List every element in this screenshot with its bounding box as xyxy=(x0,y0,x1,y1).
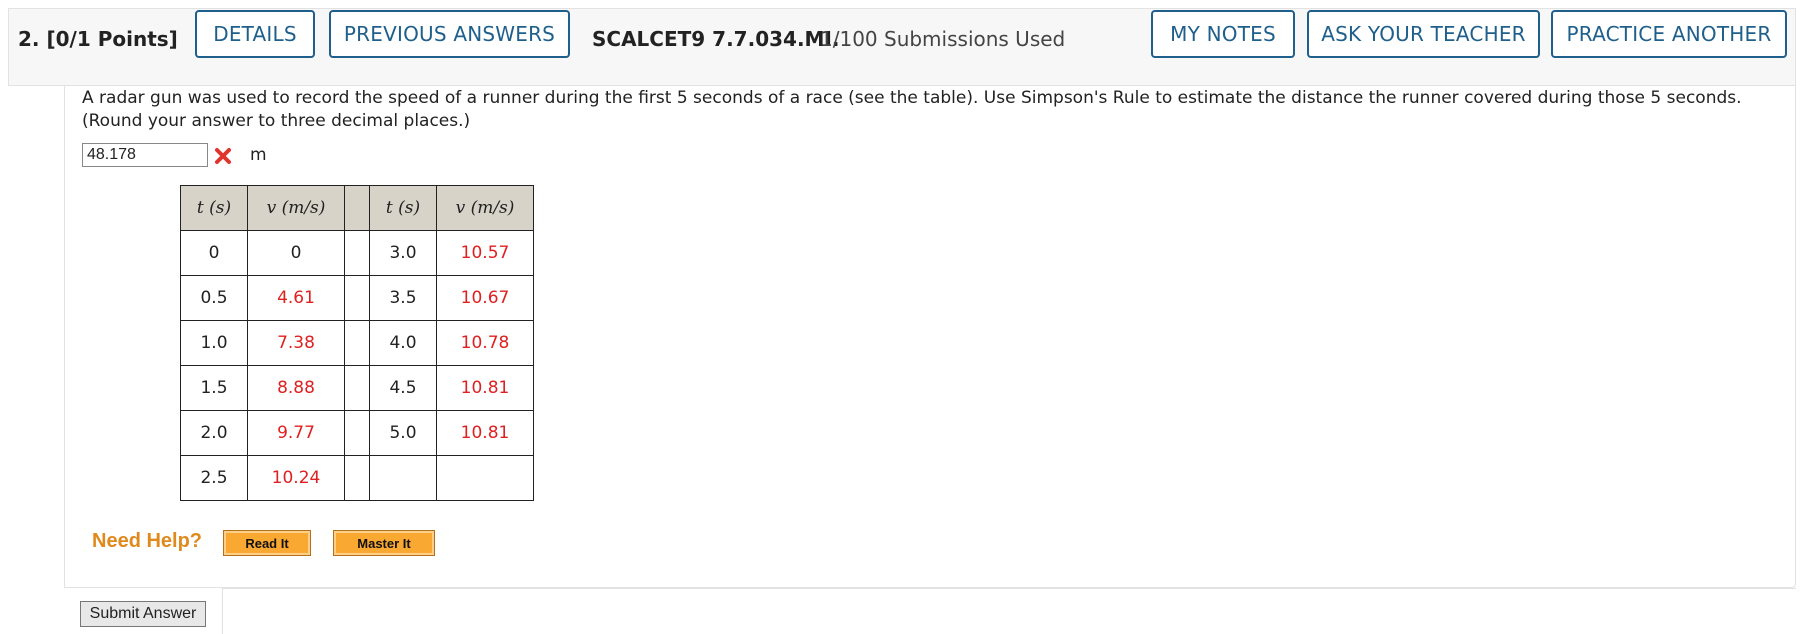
submissions-used: 1/100 Submissions Used xyxy=(820,27,1066,51)
table-row: 1.5 8.88 4.5 10.81 xyxy=(180,365,534,411)
t-right-cell xyxy=(369,455,437,501)
t-left-cell: 2.0 xyxy=(180,410,248,456)
t-left-cell: 1.0 xyxy=(180,320,248,366)
question-points: 2. [0/1 Points] xyxy=(18,27,178,51)
v-left-cell: 10.24 xyxy=(247,455,345,501)
t-right-cell: 4.5 xyxy=(369,365,437,411)
v-left-cell: 7.38 xyxy=(247,320,345,366)
answer-unit: m xyxy=(250,145,267,165)
submit-area xyxy=(222,588,1796,634)
t-right-cell: 4.0 xyxy=(369,320,437,366)
read-it-button[interactable]: Read It xyxy=(223,530,311,556)
v-right-cell: 10.81 xyxy=(436,365,534,411)
t-left-cell: 0 xyxy=(180,230,248,276)
gap-cell xyxy=(344,455,370,501)
v-right-cell xyxy=(436,455,534,501)
header-gap xyxy=(344,185,370,231)
gap-cell xyxy=(344,320,370,366)
t-right-cell: 5.0 xyxy=(369,410,437,456)
header-t-left: t (s) xyxy=(180,185,248,231)
gap-cell xyxy=(344,410,370,456)
ask-your-teacher-button[interactable]: ASK YOUR TEACHER xyxy=(1307,10,1540,58)
gap-cell xyxy=(344,365,370,411)
t-right-cell: 3.0 xyxy=(369,230,437,276)
need-help-label: Need Help? xyxy=(92,530,203,552)
v-left-cell: 9.77 xyxy=(247,410,345,456)
v-left-cell: 0 xyxy=(247,230,345,276)
table-row: 1.0 7.38 4.0 10.78 xyxy=(180,320,534,366)
submit-answer-button[interactable]: Submit Answer xyxy=(80,601,206,627)
v-left-cell: 4.61 xyxy=(247,275,345,321)
speed-table: t (s) v (m/s) t (s) v (m/s) 0 0 3.0 10.57 0.… xyxy=(180,185,534,501)
v-left-cell: 8.88 xyxy=(247,365,345,411)
table-row: 0 0 3.0 10.57 xyxy=(180,230,534,276)
question-text: A radar gun was used to record the speed… xyxy=(82,88,1742,131)
details-button[interactable]: DETAILS xyxy=(195,10,315,58)
v-right-cell: 10.78 xyxy=(436,320,534,366)
v-right-cell: 10.67 xyxy=(436,275,534,321)
t-left-cell: 2.5 xyxy=(180,455,248,501)
t-left-cell: 0.5 xyxy=(180,275,248,321)
table-row: 2.0 9.77 5.0 10.81 xyxy=(180,410,534,456)
practice-another-button[interactable]: PRACTICE ANOTHER xyxy=(1551,10,1787,58)
header-t-right: t (s) xyxy=(369,185,437,231)
v-right-cell: 10.57 xyxy=(436,230,534,276)
table-header-row: t (s) v (m/s) t (s) v (m/s) xyxy=(180,185,534,231)
gap-cell xyxy=(344,230,370,276)
previous-answers-button[interactable]: PREVIOUS ANSWERS xyxy=(329,10,570,58)
answer-input[interactable] xyxy=(82,143,208,167)
table-row: 2.5 10.24 xyxy=(180,455,534,501)
master-it-button[interactable]: Master It xyxy=(333,530,435,556)
t-right-cell: 3.5 xyxy=(369,275,437,321)
my-notes-button[interactable]: MY NOTES xyxy=(1151,10,1295,58)
v-right-cell: 10.81 xyxy=(436,410,534,456)
gap-cell xyxy=(344,275,370,321)
problem-code: SCALCET9 7.7.034.MI. xyxy=(592,27,840,51)
incorrect-x-icon xyxy=(215,148,231,164)
table-row: 0.5 4.61 3.5 10.67 xyxy=(180,275,534,321)
header-v-left: v (m/s) xyxy=(247,185,345,231)
t-left-cell: 1.5 xyxy=(180,365,248,411)
header-v-right: v (m/s) xyxy=(436,185,534,231)
